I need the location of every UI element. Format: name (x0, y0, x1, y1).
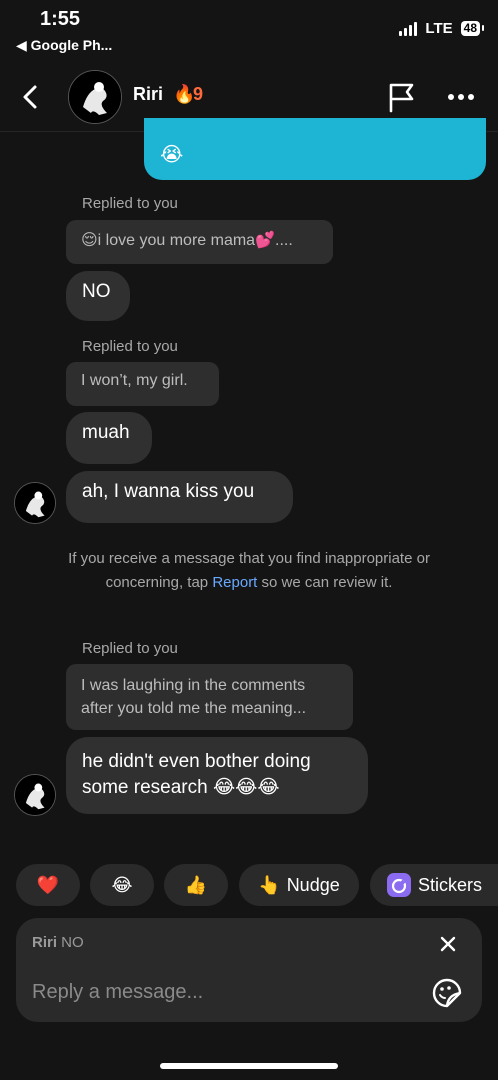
replied-label: Replied to you (82, 640, 178, 657)
contact-avatar[interactable] (68, 70, 122, 124)
heart-icon: ❤️ (36, 874, 60, 895)
network-type: LTE (425, 20, 453, 37)
replied-label: Replied to you (82, 195, 178, 212)
laughing-emoji-icon: 😂 (111, 874, 133, 895)
thumbs-up-reaction-button[interactable]: 👍 (164, 864, 228, 906)
notice-text-end: so we can review it. (257, 574, 393, 591)
nudge-button[interactable]: 👆 Nudge (239, 864, 359, 906)
received-message-bubble[interactable]: he didn't even bother doing some researc… (66, 737, 368, 814)
received-message-bubble[interactable]: muah (66, 412, 152, 464)
received-message-bubble[interactable]: ah, I wanna kiss you (66, 471, 293, 523)
replying-to-preview: Riri NO (32, 934, 84, 951)
sent-message-emoji: 😭 (160, 144, 184, 166)
sticker-smiley-icon[interactable] (430, 976, 464, 1010)
quoted-message[interactable]: I was laughing in the comments after you… (66, 664, 353, 730)
report-link[interactable]: Report (212, 574, 257, 591)
replied-label: Replied to you (82, 338, 178, 355)
battery-level: 48 (463, 21, 477, 35)
quote-line: after you told me the meaning... (81, 700, 307, 717)
quote-line: I was laughing in the comments (81, 677, 306, 694)
back-arrow-icon[interactable] (16, 80, 46, 114)
status-indicators: LTE 48 (399, 20, 485, 37)
sticker-icon (386, 873, 411, 897)
replying-to-text: NO (57, 934, 84, 951)
nudge-label: Nudge (286, 874, 340, 895)
message-line: some research 😂😂😂 (82, 777, 280, 798)
quoted-message[interactable]: I won’t, my girl. (66, 362, 219, 406)
replying-to-name: Riri (32, 934, 58, 951)
thumbs-up-icon: 👍 (184, 874, 208, 895)
home-indicator[interactable] (160, 1063, 338, 1069)
more-options-icon[interactable] (444, 82, 478, 112)
stickers-button[interactable]: Stickers (370, 864, 498, 906)
reply-composer: Riri NO (16, 918, 482, 1022)
safety-notice: If you receive a message that you find i… (60, 547, 438, 595)
heart-reaction-button[interactable]: ❤️ (16, 864, 80, 906)
back-to-app-link[interactable]: ◀ Google Ph... (16, 37, 112, 54)
signal-icon (399, 21, 418, 36)
contact-name[interactable]: Riri (133, 84, 163, 105)
quoted-message[interactable]: 😌i love you more mama💕.... (66, 220, 333, 264)
received-message-bubble[interactable]: NO (66, 271, 130, 321)
laugh-reaction-button[interactable]: 😂 (90, 864, 154, 906)
battery-icon: 48 (460, 21, 485, 36)
contact-avatar-small[interactable] (14, 482, 56, 524)
sent-message-bubble[interactable] (144, 118, 486, 180)
pointing-hand-icon: 👆 (258, 874, 281, 895)
message-line: he didn't even bother doing (82, 751, 311, 772)
contact-avatar-small[interactable] (14, 774, 56, 816)
close-icon[interactable] (436, 932, 460, 956)
streak-count: 9 (193, 84, 204, 104)
report-flag-icon[interactable] (386, 80, 418, 114)
reply-message-input[interactable] (32, 976, 412, 1008)
status-time: 1:55 (40, 8, 81, 30)
stickers-label: Stickers (417, 874, 482, 895)
